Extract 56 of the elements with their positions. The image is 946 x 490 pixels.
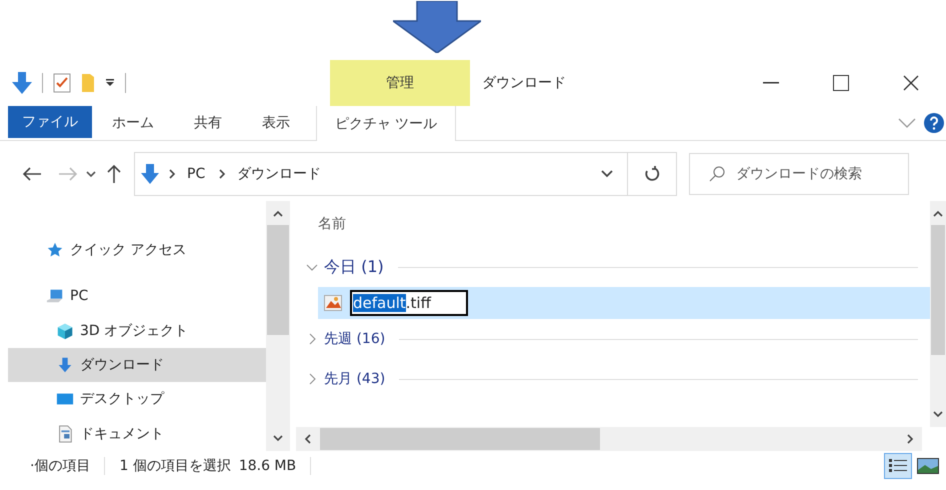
address-bar[interactable]: PC ダウンロード [134, 152, 628, 196]
nav-item[interactable]: クイック アクセス [8, 233, 266, 268]
dropdown-icon[interactable] [105, 78, 115, 88]
scrollbar-thumb[interactable] [931, 225, 945, 355]
minimize-icon[interactable] [763, 82, 779, 84]
file-row[interactable]: default.tiff [318, 287, 930, 319]
maximize-icon[interactable] [833, 75, 849, 91]
back-arrow-icon[interactable] [22, 167, 42, 181]
down-arrow-icon[interactable] [12, 72, 32, 94]
computer-icon [46, 287, 64, 306]
rename-field[interactable]: default.tiff [350, 290, 468, 316]
help-icon[interactable] [924, 113, 944, 133]
ribbon-tab[interactable]: ホーム [92, 106, 174, 140]
list-view-icon[interactable] [888, 457, 908, 475]
scrollbar-thumb[interactable] [267, 225, 289, 335]
checklist-icon[interactable] [53, 73, 71, 93]
refresh-icon[interactable] [644, 165, 660, 183]
column-header[interactable]: 名前 [318, 215, 346, 233]
document-icon [56, 424, 74, 443]
cube-icon [56, 322, 74, 340]
item-count: ·個の項目 [30, 457, 90, 475]
ribbon-tab[interactable]: ファイル [8, 106, 92, 138]
down-arrow-icon [141, 164, 159, 184]
group-header[interactable]: 先週 (16) [324, 330, 386, 348]
landscape-icon[interactable] [917, 458, 939, 474]
chevron-right-icon [219, 169, 226, 179]
nav-item[interactable]: デスクトップ [8, 382, 266, 417]
breadcrumb[interactable]: PC [183, 166, 210, 182]
chevron-down-icon[interactable] [86, 170, 96, 178]
ribbon-tab[interactable]: 共有 [174, 106, 242, 140]
down-arrow-icon [393, 1, 481, 53]
contextual-group-label: 管理 [330, 60, 470, 106]
group-header[interactable]: 先月 (43) [324, 370, 386, 388]
details-view-button[interactable] [884, 453, 912, 479]
refresh-button[interactable] [628, 152, 677, 196]
search-icon [709, 166, 725, 182]
nav-item[interactable]: ドキュメント [8, 416, 266, 451]
nav-item[interactable]: PC [8, 279, 266, 314]
ribbon-tab[interactable]: ピクチャ ツール [316, 106, 456, 141]
close-icon[interactable] [903, 75, 919, 91]
window-title: ダウンロード [481, 74, 567, 93]
nav-item[interactable]: 3D オブジェクト [8, 314, 266, 348]
star-icon [46, 241, 64, 260]
down-arrow-icon [56, 356, 74, 374]
nav-item[interactable]: ダウンロード [8, 348, 266, 382]
selection-count: 1 個の項目を選択 [119, 457, 231, 475]
search-field[interactable]: ダウンロードの検索 [689, 153, 909, 195]
group-header[interactable]: 今日 (1) [324, 256, 384, 278]
selection-size: 18.6 MB [238, 458, 296, 474]
chevron-down-icon[interactable] [601, 170, 613, 178]
breadcrumb[interactable]: ダウンロード [233, 165, 326, 183]
chevron-right-icon [169, 169, 175, 179]
ribbon-tab[interactable]: 表示 [242, 106, 310, 140]
up-arrow-icon[interactable] [107, 164, 121, 184]
image-file-icon [324, 295, 342, 311]
scrollbar-thumb[interactable] [320, 428, 600, 450]
